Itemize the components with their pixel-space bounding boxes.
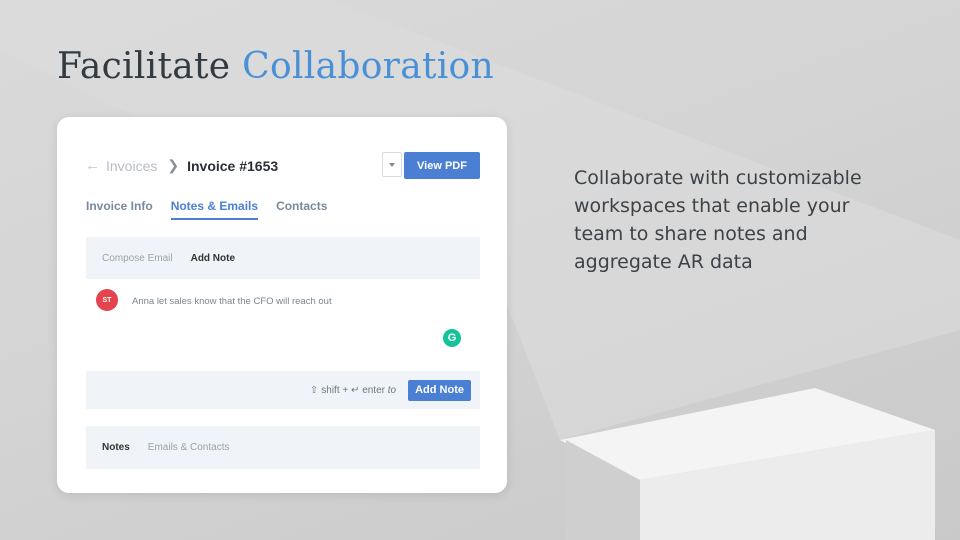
- pdf-options-dropdown[interactable]: [382, 152, 402, 177]
- note-text: Anna let sales know that the CFO will re…: [132, 296, 332, 307]
- add-note-option[interactable]: Add Note: [191, 253, 235, 264]
- tab-emails-contacts[interactable]: Emails & Contacts: [148, 442, 230, 453]
- grammarly-icon[interactable]: G: [443, 329, 461, 347]
- slide-description: Collaborate with customizable workspaces…: [574, 167, 862, 273]
- avatar: ST: [96, 289, 118, 311]
- invoice-number-title: Invoice #1653: [187, 157, 279, 174]
- tab-notes[interactable]: Notes: [102, 442, 130, 453]
- hint-plus: +: [342, 384, 349, 396]
- title-part-plain: Facilitate: [57, 46, 231, 87]
- note-action-bar: ⇧ shift + ↵ enter to Add Note: [86, 371, 480, 409]
- chevron-right-icon: ❯: [167, 157, 180, 173]
- slide-title: Facilitate Collaboration: [57, 46, 494, 87]
- invoice-tabs: Invoice Info Notes & Emails Contacts: [86, 199, 345, 220]
- tab-notes-emails[interactable]: Notes & Emails: [170, 199, 259, 220]
- hint-to: to: [387, 384, 397, 396]
- add-note-button[interactable]: Add Note: [408, 379, 471, 401]
- breadcrumb: ← Invoices ❯ Invoice #1653: [85, 157, 278, 174]
- compose-bar: Compose Email Add Note: [86, 237, 480, 279]
- invoice-card: ← Invoices ❯ Invoice #1653 View PDF Invo…: [57, 117, 507, 493]
- back-arrow-icon[interactable]: ←: [85, 157, 100, 174]
- breadcrumb-invoices-link[interactable]: Invoices: [106, 158, 157, 174]
- keyboard-hint: ⇧ shift + ↵ enter to: [310, 385, 396, 396]
- tab-invoice-info[interactable]: Invoice Info: [86, 199, 153, 220]
- view-pdf-button[interactable]: View PDF: [404, 152, 480, 179]
- title-part-accent: Collaboration: [242, 46, 494, 87]
- hint-shift: shift: [321, 384, 340, 396]
- caret-down-icon: [389, 162, 395, 167]
- note-input[interactable]: ST Anna let sales know that the CFO will…: [86, 279, 480, 371]
- enter-icon: ↵: [351, 384, 360, 396]
- notes-filter-tabs: Notes Emails & Contacts: [86, 426, 480, 469]
- shift-arrow-icon: ⇧: [309, 384, 319, 396]
- hint-enter: enter: [362, 384, 385, 396]
- tab-contacts[interactable]: Contacts: [276, 199, 327, 220]
- compose-email-option[interactable]: Compose Email: [102, 253, 173, 264]
